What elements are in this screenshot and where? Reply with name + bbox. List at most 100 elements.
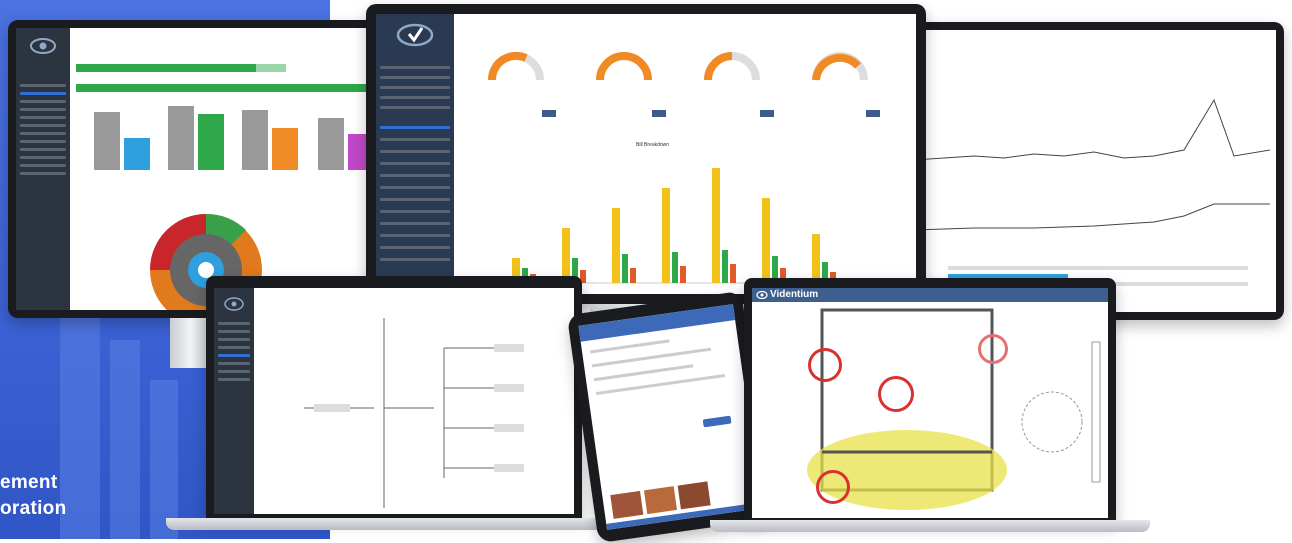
bar-group	[812, 234, 836, 283]
sidebar-item-active[interactable]	[380, 126, 450, 129]
right-laptop-base	[710, 520, 1150, 532]
gauge-widget	[812, 52, 868, 81]
right-laptop-screen: Videntium	[752, 288, 1108, 518]
sidebar-item[interactable]	[20, 108, 66, 111]
sidebar-item[interactable]	[380, 174, 450, 177]
background-building	[110, 340, 140, 539]
sidebar-item[interactable]	[20, 116, 66, 119]
center-sidebar	[376, 14, 454, 294]
gauge-widget	[596, 52, 652, 81]
chart-bar	[242, 110, 268, 170]
submit-button[interactable]	[702, 415, 732, 428]
sidebar-item[interactable]	[20, 156, 66, 159]
sidebar-item[interactable]	[380, 162, 450, 165]
progress-bar	[76, 64, 256, 72]
sidebar-item[interactable]	[20, 132, 66, 135]
filter-button[interactable]	[652, 110, 666, 117]
sidebar-item[interactable]	[380, 222, 450, 225]
sidebar-item[interactable]	[218, 362, 250, 365]
sidebar-item[interactable]	[380, 76, 450, 79]
bar-group	[612, 208, 636, 283]
sidebar-item[interactable]	[380, 186, 450, 189]
photo-thumbnail[interactable]	[677, 481, 711, 510]
tagline-line-1: ement	[0, 472, 58, 493]
eye-logo-icon	[30, 38, 56, 54]
right-monitor	[900, 22, 1284, 320]
sidebar-item[interactable]	[20, 84, 66, 87]
sidebar-item[interactable]	[380, 210, 450, 213]
sidebar-item[interactable]	[218, 378, 250, 381]
sidebar-item[interactable]	[380, 106, 450, 109]
right-monitor-screen	[908, 30, 1276, 312]
gauge-widget	[487, 51, 544, 81]
center-monitor-screen: Bill Breakdown	[376, 14, 916, 294]
sidebar-item[interactable]	[20, 164, 66, 167]
annotation-circle[interactable]	[878, 376, 914, 412]
center-monitor: Bill Breakdown	[366, 4, 926, 304]
chart-bar	[198, 114, 224, 170]
eye-logo-icon	[224, 297, 244, 311]
annotation-circle[interactable]	[808, 348, 842, 382]
chart-bar	[124, 138, 150, 170]
sidebar-item[interactable]	[380, 66, 450, 69]
chart-bar	[272, 128, 298, 170]
bar-group	[762, 198, 786, 283]
sidebar-item-active[interactable]	[20, 92, 66, 95]
annotation-circle[interactable]	[978, 334, 1008, 364]
sidebar-item[interactable]	[218, 338, 250, 341]
sidebar-item[interactable]	[20, 148, 66, 151]
sidebar-item[interactable]	[20, 140, 66, 143]
tagline-line-2: oration	[0, 498, 67, 519]
sidebar-item[interactable]	[380, 96, 450, 99]
right-laptop: Videntium	[744, 278, 1116, 522]
tablet-header	[578, 304, 736, 342]
tree-diagram	[304, 318, 524, 508]
sidebar-item[interactable]	[380, 150, 450, 153]
sidebar-item[interactable]	[218, 322, 250, 325]
gauge-widget	[704, 52, 760, 81]
background-building	[150, 380, 178, 539]
sidebar-item-active[interactable]	[218, 354, 250, 357]
eye-logo-icon	[396, 23, 434, 47]
sidebar-item[interactable]	[380, 138, 450, 141]
sidebar-item[interactable]	[20, 124, 66, 127]
chart-title: Bill Breakdown	[636, 142, 670, 148]
annotation-circle[interactable]	[816, 470, 850, 504]
photo-thumbnail[interactable]	[610, 490, 644, 519]
line-chart	[914, 203, 1270, 231]
sidebar-item[interactable]	[218, 346, 250, 349]
sidebar-item[interactable]	[380, 86, 450, 89]
bar-group	[662, 188, 686, 283]
progress-bar-track	[256, 64, 286, 72]
eye-logo-icon	[756, 290, 768, 300]
photo-thumbnail[interactable]	[643, 486, 678, 515]
filter-button[interactable]	[866, 110, 880, 117]
progress-bar	[76, 84, 366, 92]
chart-bar	[94, 112, 120, 170]
left-monitor	[8, 20, 384, 318]
filter-button[interactable]	[760, 110, 774, 117]
bar-group	[712, 168, 736, 283]
sidebar-item[interactable]	[20, 100, 66, 103]
chart-bar	[318, 118, 344, 170]
left-monitor-stand	[170, 318, 210, 368]
left-laptop-base	[166, 518, 622, 530]
brand-name: Videntium	[770, 289, 819, 300]
left-sidebar	[16, 28, 70, 310]
filter-button[interactable]	[542, 110, 556, 117]
sidebar-item[interactable]	[380, 234, 450, 237]
line-chart	[914, 98, 1270, 161]
sidebar-item[interactable]	[380, 258, 450, 261]
sidebar-item[interactable]	[20, 172, 66, 175]
tagline: ement oration	[0, 470, 67, 522]
sidebar-item[interactable]	[380, 246, 450, 249]
left-laptop	[206, 276, 582, 518]
sidebar-item[interactable]	[218, 370, 250, 373]
form-line	[589, 339, 670, 354]
sidebar-item[interactable]	[380, 198, 450, 201]
form-line	[593, 364, 694, 382]
sidebar-item[interactable]	[218, 330, 250, 333]
left-monitor-screen	[16, 28, 376, 310]
table-row	[948, 266, 1248, 270]
tablet-screen	[578, 304, 762, 530]
